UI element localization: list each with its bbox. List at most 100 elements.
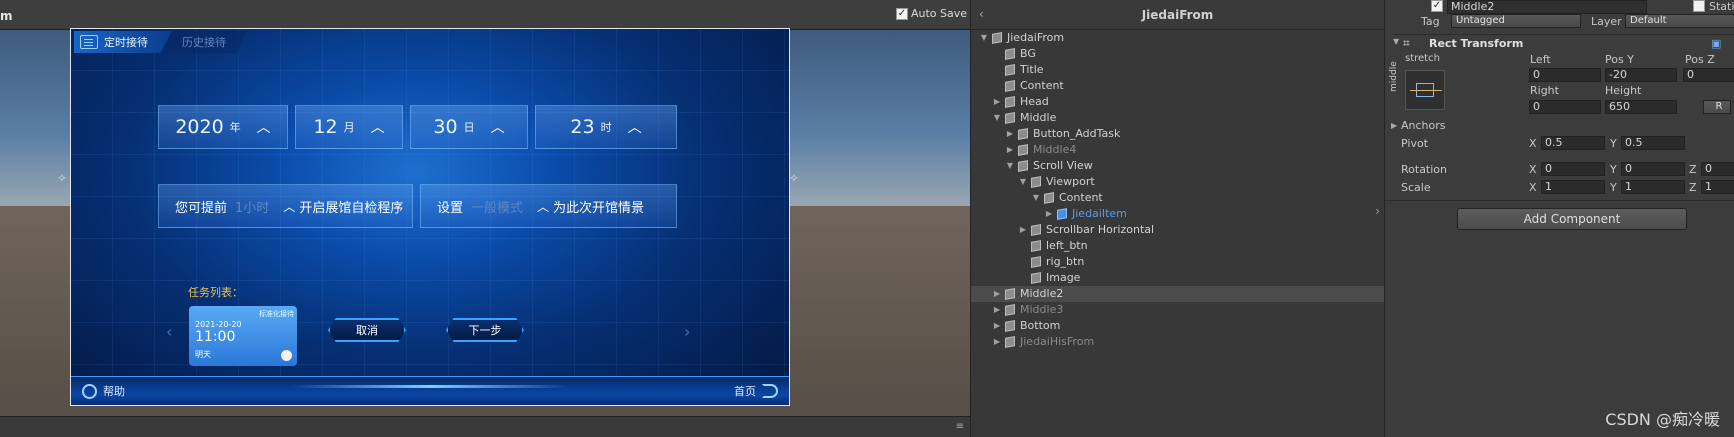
hierarchy-item[interactable]: ▶ Bottom — [971, 318, 1385, 334]
tag-dropdown[interactable]: Untagged — [1451, 14, 1581, 28]
rotation-x-field[interactable]: 0 — [1541, 162, 1605, 176]
tab-scheduled[interactable]: 定时接待 — [74, 31, 172, 53]
rotation-y-field[interactable]: 0 — [1621, 162, 1685, 176]
chevron-up-icon[interactable]: ︿ — [628, 117, 642, 137]
foldout-arrow-icon[interactable]: ▶ — [1391, 121, 1397, 130]
hierarchy-item[interactable]: ▶ Middle2 — [971, 286, 1385, 302]
axis-x-label: X — [1529, 163, 1537, 176]
foldout-collapsed-icon[interactable]: ▶ — [1044, 206, 1054, 222]
foldout-collapsed-icon[interactable]: ▶ — [1005, 142, 1015, 158]
hierarchy-item[interactable]: ▼ Viewport — [971, 174, 1385, 190]
hierarchy-item[interactable]: ▼ Scroll View — [971, 158, 1385, 174]
hierarchy-item[interactable]: Title — [971, 62, 1385, 78]
foldout-collapsed-icon[interactable]: ▶ — [992, 318, 1002, 334]
layer-dropdown[interactable]: Default — [1625, 14, 1734, 28]
height-field[interactable]: 650 — [1605, 100, 1677, 114]
hour-picker[interactable]: 23 时 ︿ — [535, 105, 677, 149]
task-badge: 标准化接待 — [259, 310, 294, 318]
year-picker[interactable]: 2020 年 ︿ — [158, 105, 288, 149]
foldout-expanded-icon[interactable]: ▼ — [992, 110, 1002, 126]
axis-x-label: X — [1529, 137, 1537, 150]
foldout-collapsed-icon[interactable]: ▶ — [1018, 222, 1028, 238]
gameobject-icon — [1018, 128, 1028, 140]
pivot-label: Pivot — [1401, 137, 1429, 150]
foldout-expanded-icon[interactable]: ▼ — [1031, 190, 1041, 206]
day-value: 30 — [433, 116, 458, 138]
next-button[interactable]: 下一步 — [446, 318, 524, 342]
gameobject-icon — [1031, 176, 1041, 188]
hierarchy-item[interactable]: ▶ Scrollbar Horizontal — [971, 222, 1385, 238]
active-checkbox[interactable]: ✓ — [1431, 0, 1443, 12]
hierarchy-item[interactable]: ▶ Head — [971, 94, 1385, 110]
gameobject-icon — [1031, 256, 1041, 268]
add-component-button[interactable]: Add Component — [1457, 208, 1687, 230]
day-picker[interactable]: 30 日 ︿ — [410, 105, 528, 149]
hierarchy-item[interactable]: rig_btn — [971, 254, 1385, 270]
foldout-expanded-icon[interactable]: ▼ — [1005, 158, 1015, 174]
foldout-collapsed-icon[interactable]: ▶ — [992, 286, 1002, 302]
right-field[interactable]: 0 — [1529, 100, 1601, 114]
chevron-up-icon[interactable]: ︿ — [537, 198, 549, 215]
object-name-field[interactable]: Middle2 — [1447, 0, 1647, 14]
autosave-toggle[interactable]: ✓ Auto Save — [896, 7, 967, 20]
hierarchy-item[interactable]: ▶ Middle3 — [971, 302, 1385, 318]
task-card[interactable]: 标准化接待 2021-20-20 11:00 明天 — [189, 306, 297, 366]
resize-handle-left[interactable]: ⟡ — [58, 170, 66, 185]
foldout-expanded-icon[interactable]: ▼ — [979, 30, 989, 46]
hierarchy-item[interactable]: ▶ Button_AddTask — [971, 126, 1385, 142]
tab-history-label: 历史接待 — [182, 36, 226, 49]
foldout-collapsed-icon[interactable]: ▶ — [992, 94, 1002, 110]
help-button[interactable]: 帮助 — [82, 383, 125, 399]
hierarchy-item[interactable]: ▼ JiedaiFrom — [971, 30, 1385, 46]
foldout-arrow-icon[interactable]: ▼ — [1393, 37, 1399, 46]
foldout-expanded-icon[interactable]: ▼ — [1018, 174, 1028, 190]
chevron-up-icon[interactable]: ︿ — [371, 117, 385, 137]
tab-history[interactable]: 历史接待 — [164, 31, 246, 53]
foldout-collapsed-icon[interactable]: ▶ — [1005, 126, 1015, 142]
cancel-button[interactable]: 取消 — [328, 318, 406, 342]
rotation-z-field[interactable]: 0 — [1701, 162, 1734, 176]
foldout-collapsed-icon[interactable]: ▶ — [992, 334, 1002, 350]
month-value: 12 — [313, 116, 338, 138]
axis-y-label: Y — [1610, 137, 1617, 150]
home-button[interactable]: 首页 — [734, 383, 778, 399]
day-unit: 日 — [463, 121, 475, 134]
chevron-up-icon[interactable]: ︿ — [257, 117, 271, 137]
scene-mode-select[interactable]: 一般模式 — [471, 197, 523, 216]
hierarchy-item[interactable]: left_btn — [971, 238, 1385, 254]
chevron-up-icon[interactable]: ︿ — [283, 198, 295, 215]
scale-x-field[interactable]: 1 — [1541, 180, 1605, 194]
posy-field[interactable]: -20 — [1605, 68, 1677, 82]
chevron-up-icon[interactable]: ︿ — [491, 117, 505, 137]
anchors-label[interactable]: Anchors — [1401, 119, 1446, 132]
hierarchy-item[interactable]: ▶ JiedaiItem — [971, 206, 1385, 222]
anchor-presets-button[interactable] — [1405, 70, 1445, 110]
task-toggle[interactable] — [281, 350, 292, 361]
hierarchy-item[interactable]: Content — [971, 78, 1385, 94]
month-picker[interactable]: 12 月 ︿ — [295, 105, 403, 149]
help-book-icon[interactable]: ▣ — [1711, 37, 1721, 50]
raw-edit-button[interactable]: R — [1703, 100, 1731, 114]
hierarchy-item[interactable]: ▼ Middle — [971, 110, 1385, 126]
posz-field[interactable]: 0 — [1683, 68, 1734, 82]
foldout-collapsed-icon[interactable]: ▶ — [992, 302, 1002, 318]
hierarchy-item[interactable]: ▶ Middle4 — [971, 142, 1385, 158]
autosave-checkbox[interactable]: ✓ — [896, 7, 908, 20]
precheck-time-select[interactable]: 1小时 — [235, 197, 269, 216]
menu-icon[interactable]: ≡ — [956, 421, 964, 432]
chevron-left-icon[interactable]: ‹ — [166, 322, 172, 341]
pivot-y-field[interactable]: 0.5 — [1621, 136, 1685, 150]
left-field[interactable]: 0 — [1529, 68, 1601, 82]
hierarchy-item[interactable]: ▶ JiedaiHisFrom — [971, 334, 1385, 350]
hierarchy-item[interactable]: Image — [971, 270, 1385, 286]
pivot-x-field[interactable]: 0.5 — [1541, 136, 1605, 150]
hierarchy-item[interactable]: BG — [971, 46, 1385, 62]
rect-transform-header[interactable]: ▼ ⌗ Rect Transform ▣ — [1393, 34, 1734, 52]
hierarchy-item[interactable]: ▼ Content — [971, 190, 1385, 206]
scale-y-field[interactable]: 1 — [1621, 180, 1685, 194]
resize-handle-right[interactable]: ⟡ — [790, 170, 798, 185]
hierarchy-item-label: JiedaiHisFrom — [1020, 335, 1095, 348]
static-checkbox[interactable] — [1693, 0, 1705, 12]
scale-z-field[interactable]: 1 — [1701, 180, 1734, 194]
chevron-right-icon[interactable]: › — [684, 322, 690, 341]
